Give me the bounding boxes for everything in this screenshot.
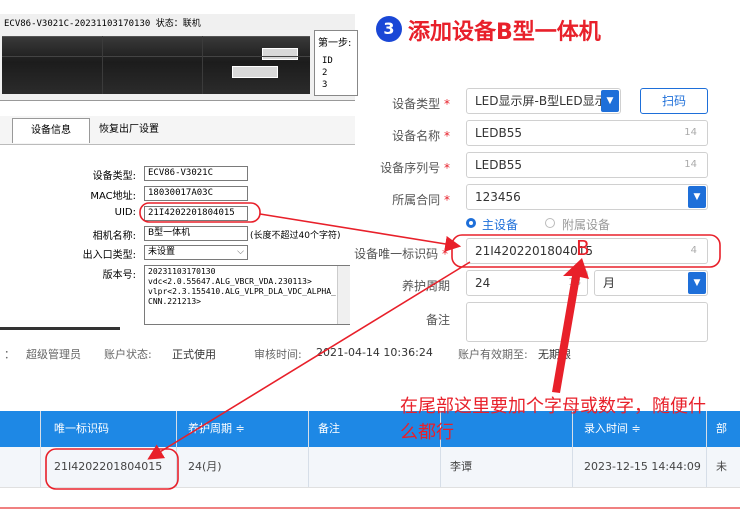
radio-sub-label[interactable]: 附属设备 (562, 216, 610, 233)
contract-label: 所属合同 * (392, 193, 450, 207)
device-name-value: LEDB55 (475, 126, 523, 140)
account-status-label: 账户状态: (104, 348, 152, 361)
device-type-select-value: LED显示屏-B型LED显示 (475, 94, 607, 108)
chevron-down-icon[interactable]: ▼ (601, 90, 619, 112)
ceiling-light (262, 48, 298, 60)
chevron-down-icon: ⌵ (237, 247, 244, 257)
tab-factory-reset[interactable]: 恢复出厂设置 (92, 118, 166, 142)
io-type-select[interactable]: 未设置 ⌵ (144, 245, 248, 260)
column-divider (308, 411, 309, 487)
io-type-value: 未设置 (148, 247, 176, 257)
list-item[interactable]: 3 (322, 79, 333, 91)
expire-value: 无期限 (538, 348, 571, 361)
maintenance-value: 24 (475, 276, 491, 290)
step-number-badge: 3 (376, 16, 402, 42)
version-line: vlpr<2.3.155410.ALG_VLPR_DLA_VDC_ALPHA_ (148, 287, 336, 296)
camera-preview-image (2, 36, 310, 94)
version-label: 版本号: (102, 270, 136, 281)
column-header-uid[interactable]: 唯一标识码 (54, 411, 109, 447)
unique-id-label: 设备唯一标识码 * (354, 247, 448, 261)
camera-name-hint: (长度不超过40个字符) (250, 231, 341, 241)
annotation-letter: B (576, 236, 590, 260)
chevron-down-icon[interactable]: ▼ (688, 272, 706, 294)
uid-label: UID: (114, 207, 136, 218)
annotation-text: 在尾部这里要加个字母或数字，随便什么都行 (400, 396, 706, 443)
char-count: 18 (568, 277, 581, 288)
review-time-label: 审核时间: (254, 348, 302, 361)
camera-name-label: 相机名称: (92, 231, 136, 242)
contract-select[interactable]: 123456 (466, 184, 708, 210)
review-time-value: 2021-04-14 10:36:24 (316, 346, 433, 359)
serial-input[interactable]: LEDB55 14 (466, 152, 708, 178)
account-status-value: 正式使用 (172, 348, 216, 361)
column-header-remark[interactable]: 备注 (318, 411, 340, 447)
table-cell-person: 李谭 (450, 460, 472, 473)
list-item[interactable]: 2 (322, 67, 333, 79)
serial-label: 设备序列号 * (380, 161, 450, 175)
device-type-select[interactable]: LED显示屏-B型LED显示 (466, 88, 621, 114)
table-cell-cycle: 24(月) (188, 460, 222, 473)
maintenance-label: 养护周期 (401, 279, 450, 293)
serial-value: LEDB55 (475, 158, 523, 172)
remark-label: 备注 (425, 313, 450, 327)
column-divider (40, 411, 41, 487)
legacy-window-title: ECV86-V3021C-20231103170130 状态：联机 (4, 19, 201, 29)
tab-device-info[interactable]: 设备信息 (12, 118, 90, 143)
radio-main-device[interactable] (466, 218, 476, 228)
mac-field[interactable]: 18030017A03C (144, 186, 248, 201)
mac-label: MAC地址: (90, 191, 136, 202)
table-cell-extra: 未 (716, 460, 727, 473)
table-cell-uid: 21I4202201804015 (54, 460, 163, 473)
uid-field[interactable]: 21I4202201804015 (144, 206, 248, 221)
radio-main-label[interactable]: 主设备 (482, 216, 518, 233)
contract-value: 123456 (475, 190, 521, 204)
device-name-label: 设备名称 * (392, 129, 450, 143)
remark-textarea[interactable] (466, 302, 708, 342)
radio-sub-device[interactable] (545, 218, 555, 228)
io-type-label: 出入口类型: (82, 250, 136, 261)
column-header-cycle[interactable]: 养护周期 ≑ (188, 411, 245, 447)
divider (0, 327, 120, 330)
camera-name-field[interactable]: B型一体机 (144, 226, 248, 241)
version-line: vdc<2.0.55647.ALG_VBCR_VDA.230113> (148, 277, 312, 286)
legacy-step-list: ID 2 3 (322, 55, 333, 91)
chevron-down-icon[interactable]: ▼ (688, 186, 706, 208)
scan-button[interactable]: 扫码 (640, 88, 708, 114)
version-scrollbar[interactable] (337, 266, 350, 324)
char-count: 4 (690, 245, 697, 256)
expire-label: 账户有效期至: (458, 348, 528, 361)
role-prefix: ： (4, 348, 15, 361)
table-cell-entry-time: 2023-12-15 14:44:09 (584, 460, 701, 473)
ceiling-light (232, 66, 278, 78)
legacy-top-strip (0, 0, 355, 8)
bottom-divider (0, 507, 740, 509)
column-divider (176, 411, 177, 487)
device-type-field[interactable]: ECV86-V3021C (144, 166, 248, 181)
char-count: 14 (684, 159, 697, 170)
char-count: 14 (684, 127, 697, 138)
device-type-label: 设备类型: (92, 171, 136, 182)
maintenance-unit-value: 月 (603, 276, 616, 290)
device-type-form-label: 设备类型 * (392, 97, 450, 111)
device-name-input[interactable]: LEDB55 14 (466, 120, 708, 146)
list-item[interactable]: ID (322, 55, 333, 67)
step-title: 添加设备B型一体机 (408, 20, 601, 45)
version-textarea[interactable]: 20231103170130 vdc<2.0.55647.ALG_VBCR_VD… (144, 265, 350, 325)
legacy-step-label: 第一步: (318, 38, 352, 49)
version-line: CNN.221213> (148, 297, 201, 306)
role-value: 超级管理员 (26, 348, 81, 361)
maintenance-input[interactable]: 24 18 (466, 270, 588, 296)
version-line: 20231103170130 (148, 267, 216, 276)
